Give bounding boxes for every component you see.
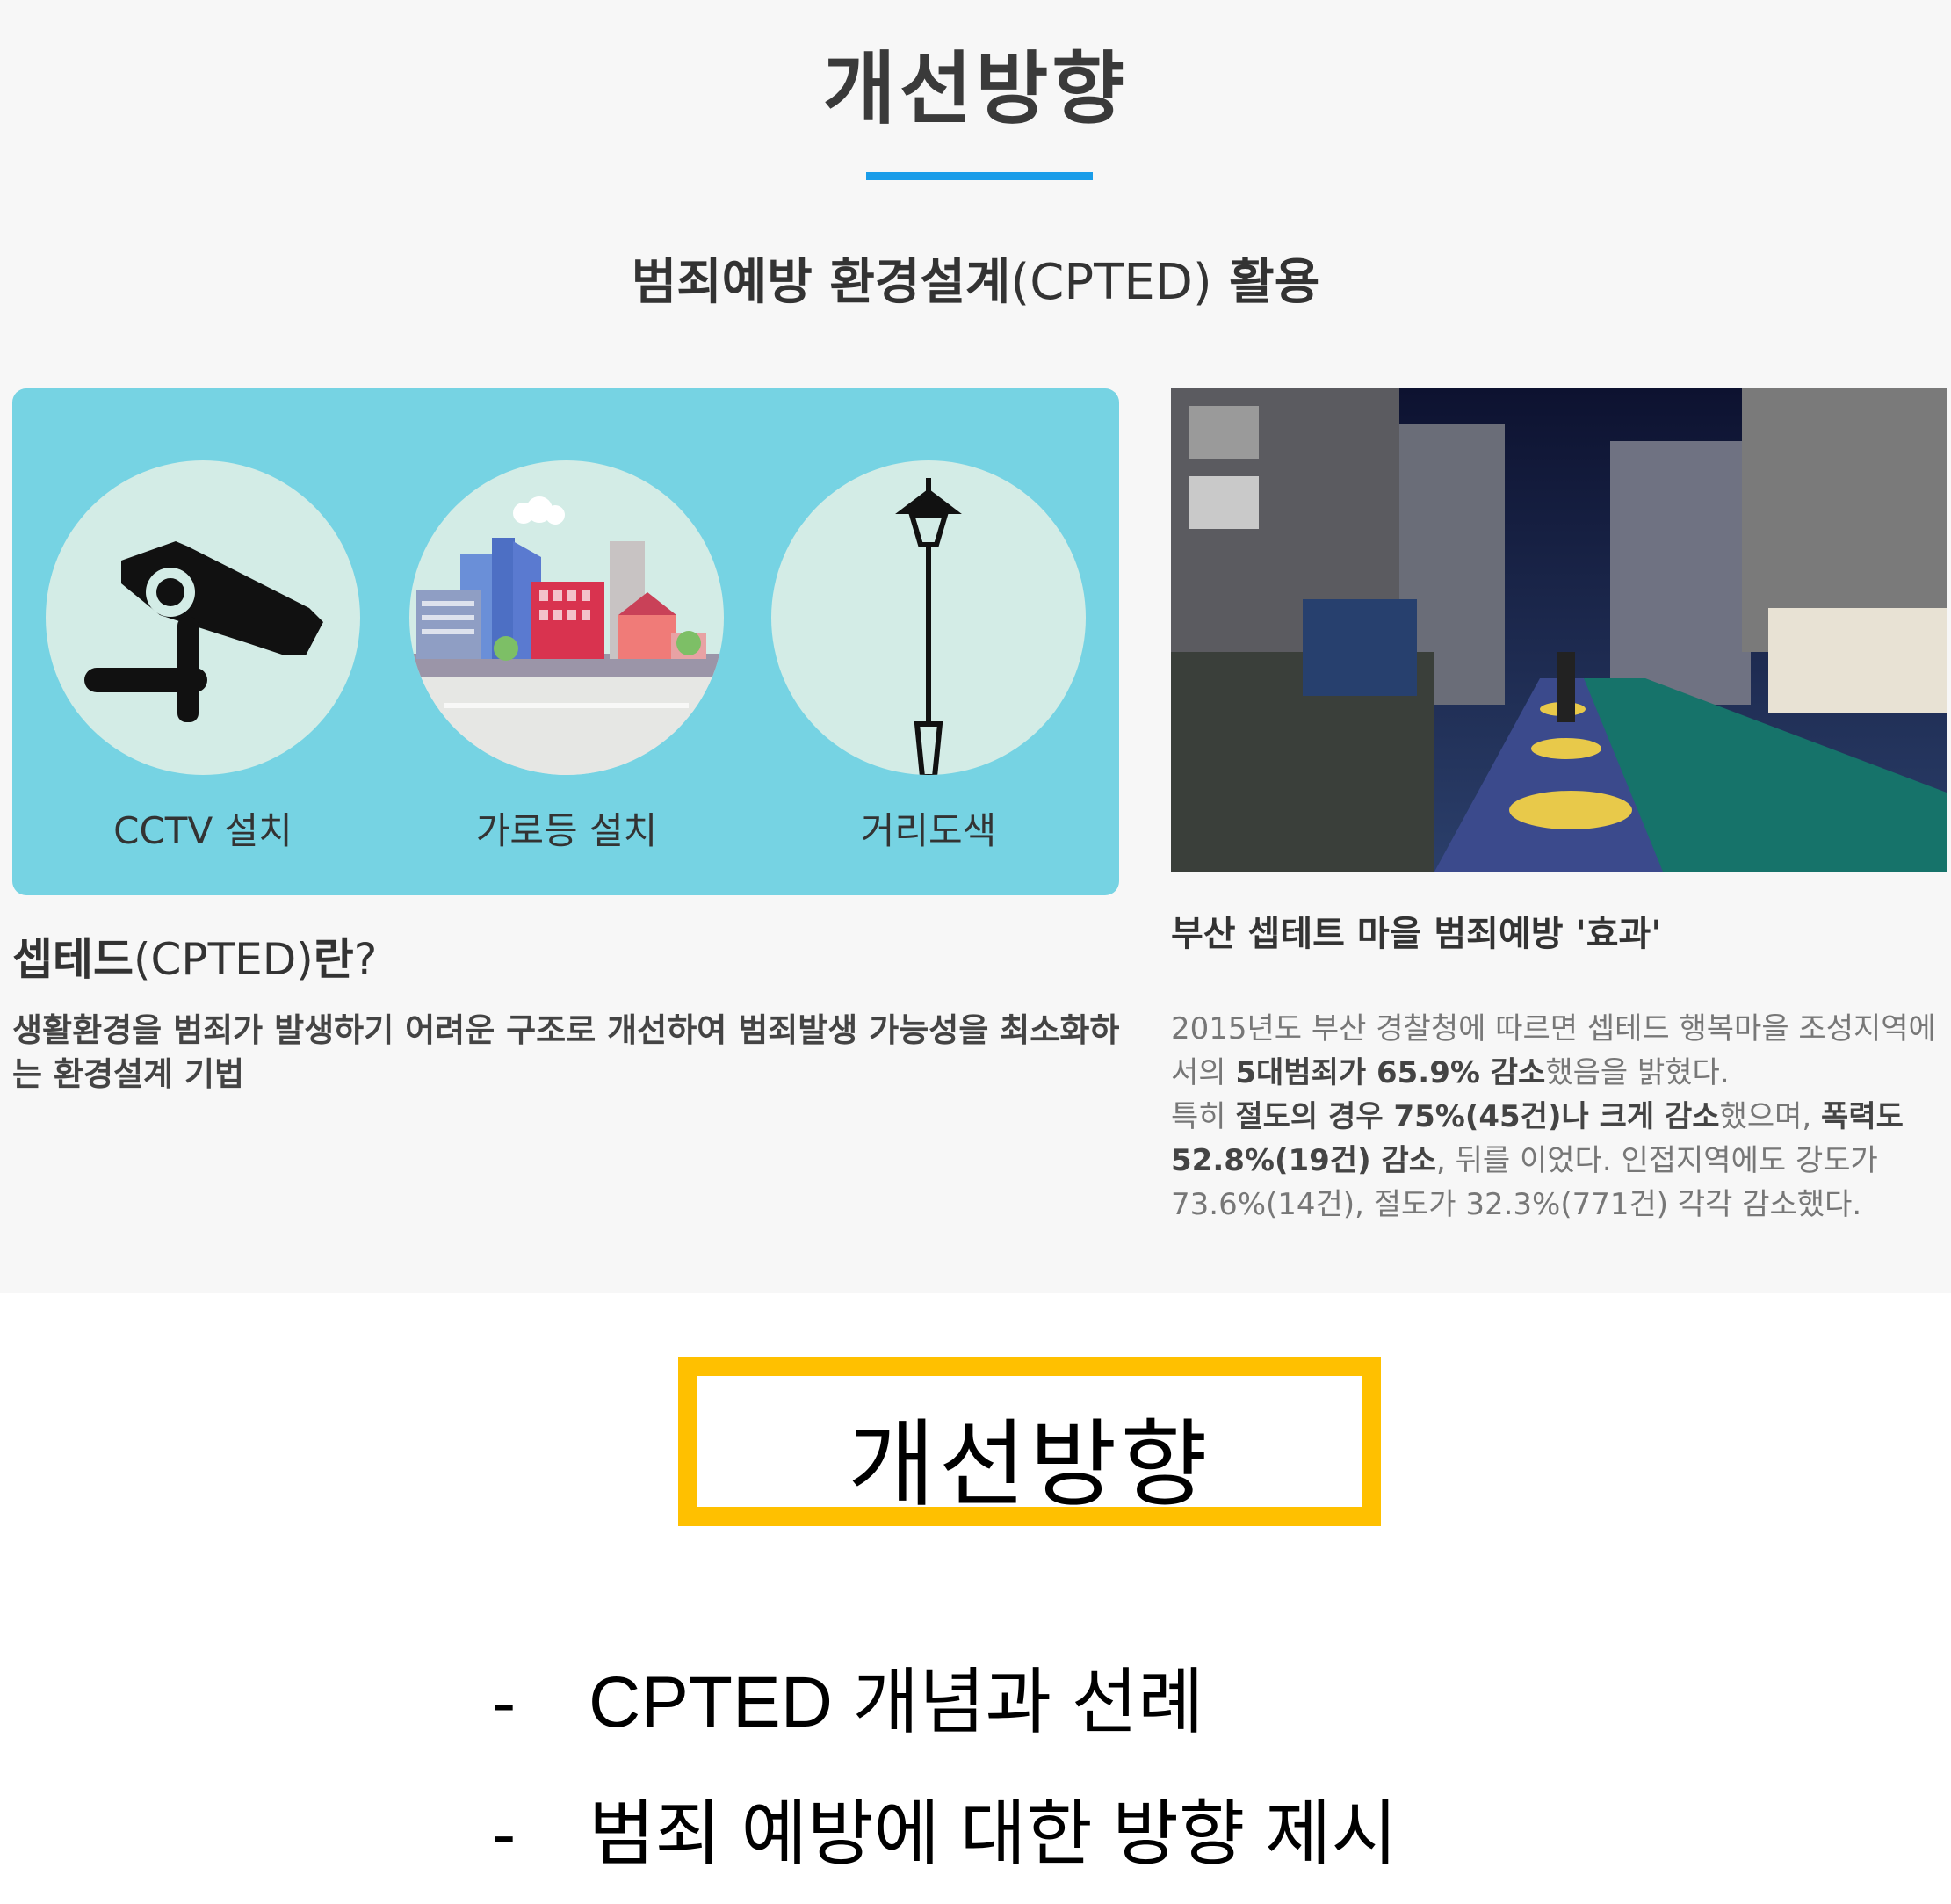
lamp-circle — [771, 460, 1086, 775]
subtitle-main: 범죄예방 환경설계 — [631, 254, 1011, 311]
bullet-text: CPTED 개념과 선례 — [589, 1662, 1204, 1742]
bullet-item: - CPTED 개념과 선례 — [492, 1643, 1204, 1748]
cpted-definition-text: 생활환경을 범죄가 발생하기 어려운 구조로 개선하여 범죄발생 가능성을 최소… — [12, 1011, 1120, 1093]
cpted-heading-main: 셉테드 — [12, 934, 134, 985]
bullet-dash: - — [492, 1794, 517, 1874]
bullet-text: 범죄 예방에 대한 방향 제시 — [589, 1794, 1398, 1874]
improvement-direction-box: 개선방향 — [678, 1357, 1381, 1526]
cpted-icon-panel: CCTV 설치 가로등 설치 거리도색 — [12, 388, 1119, 895]
page-title: 개선방향 — [822, 43, 1129, 135]
busan-village-photo — [1171, 388, 1947, 872]
busan-text-3: 했음을 밝혔다. — [1545, 1055, 1730, 1090]
article-section: 개선방향 범죄예방 환경설계(CPTED) 활용 CCTV 설치 가로등 설치 … — [0, 0, 1951, 1293]
subtitle-end: 활용 — [1211, 254, 1320, 311]
icon-label-street-paint: 거리도색 — [860, 809, 997, 852]
subtitle-paren: (CPTED) — [1010, 254, 1212, 311]
street-lamp-icon — [895, 478, 962, 775]
cctv-circle — [46, 460, 360, 775]
section-subtitle: 범죄예방 환경설계(CPTED) 활용 — [0, 243, 1951, 314]
icon-label-cctv: CCTV 설치 — [113, 809, 293, 852]
cpted-definition-heading: 셉테드(CPTED)란? — [12, 924, 377, 988]
busan-text-2: 5대범죄가 65.9% 감소 — [1235, 1055, 1546, 1090]
icon-label-streetlight: 가로등 설치 — [475, 809, 658, 852]
cpted-heading-question: ? — [353, 934, 378, 985]
busan-text-4: 특히 — [1171, 1099, 1236, 1134]
busan-effect-text: 2015년도 부산 경찰청에 따르면 셉테드 행복마을 조성지역에서의 5대범죄… — [1171, 1007, 1944, 1227]
city-buildings-icon — [409, 496, 724, 775]
busan-text-5: 절도의 경우 75%(45건)나 크게 감소 — [1235, 1099, 1720, 1134]
busan-effect-heading: 부산 셉테트 마을 범죄예방 '효과' — [1171, 914, 1662, 954]
cpted-heading-end: 란 — [313, 934, 354, 985]
city-circle — [409, 460, 724, 775]
title-underline — [866, 172, 1093, 180]
cctv-icon — [84, 541, 323, 722]
box-title: 개선방향 — [848, 1410, 1211, 1520]
busan-text-6: 했으며, — [1719, 1099, 1822, 1134]
bullet-dash: - — [492, 1662, 517, 1742]
bullet-item: - 범죄 예방에 대한 방향 제시 — [492, 1775, 1398, 1879]
cpted-heading-paren: (CPTED) — [134, 934, 314, 985]
